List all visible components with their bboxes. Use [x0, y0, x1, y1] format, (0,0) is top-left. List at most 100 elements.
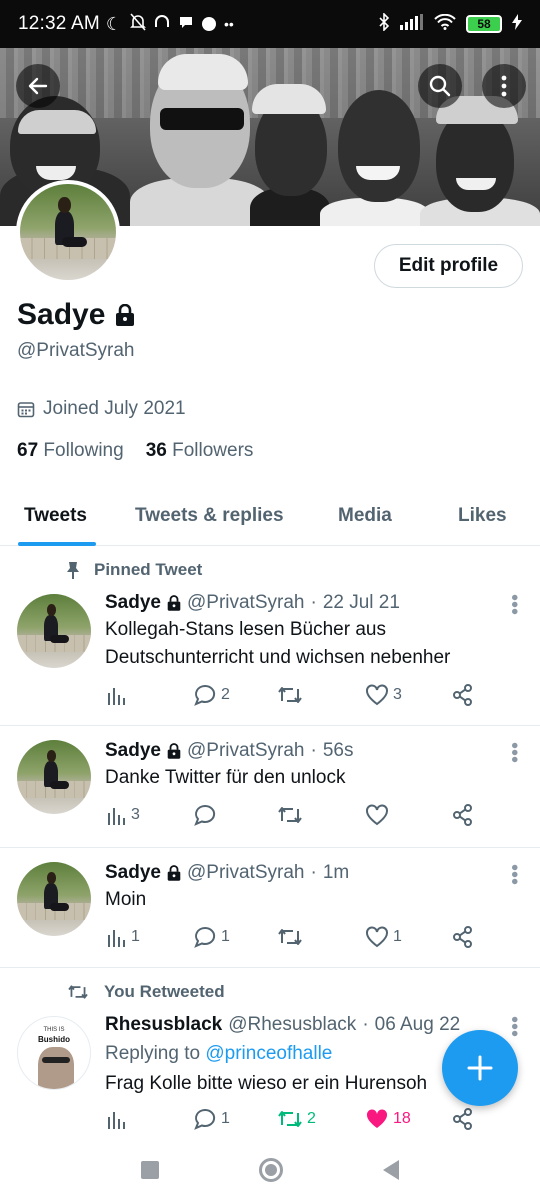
search-icon	[429, 75, 451, 97]
reply-button[interactable]: 2	[193, 684, 230, 706]
views-button[interactable]	[105, 1108, 131, 1130]
tweet-text-line: Frag Kolle bitte wieso er ein Hurensoh	[105, 1073, 428, 1094]
share-icon	[453, 926, 472, 948]
tweet-item[interactable]: Sadye @PrivatSyrah · 1m ••• Moin 1 1 1	[0, 848, 540, 968]
avatar-caption-small: THIS IS	[43, 1027, 65, 1033]
tweet-author-handle[interactable]: @PrivatSyrah	[187, 862, 305, 884]
followers-link[interactable]: 36 Followers	[146, 440, 254, 462]
joined-date: Joined July 2021	[17, 398, 186, 420]
tweet-avatar[interactable]	[17, 862, 91, 936]
tweet-header: Sadye @PrivatSyrah · 56s	[105, 740, 354, 762]
like-button[interactable]: 18	[365, 1108, 411, 1130]
status-icons-right: 58	[378, 11, 522, 36]
tweet-author-handle[interactable]: @PrivatSyrah	[187, 592, 305, 614]
tweet-author-handle[interactable]: @PrivatSyrah	[187, 740, 305, 762]
replying-to-link[interactable]: @princeofhalle	[205, 1043, 332, 1064]
more-button[interactable]	[482, 64, 526, 108]
like-button[interactable]: 3	[365, 684, 402, 706]
search-button[interactable]	[418, 64, 462, 108]
profile-avatar[interactable]	[16, 180, 120, 284]
share-button[interactable]	[452, 804, 474, 826]
tweet-item[interactable]: Sadye @PrivatSyrah · 56s ••• Danke Twitt…	[0, 726, 540, 848]
heart-icon	[366, 804, 388, 826]
tweet-item[interactable]: Pinned Tweet Sadye @PrivatSyrah · 22 Jul…	[0, 546, 540, 726]
tweet-author-name[interactable]: Sadye	[105, 862, 161, 884]
reply-button[interactable]: 1	[193, 1108, 230, 1130]
calendar-icon	[17, 402, 35, 418]
tweet-text: Danke Twitter für den unlock	[105, 764, 505, 792]
tweet-time[interactable]: 56s	[323, 740, 354, 762]
retweet-button[interactable]	[277, 804, 307, 826]
reply-button[interactable]	[193, 804, 221, 826]
tweet-more-button[interactable]: •••	[503, 594, 525, 615]
like-button[interactable]	[365, 804, 393, 826]
tweet-actions: 3	[105, 804, 485, 834]
share-button[interactable]	[452, 1108, 474, 1130]
bell-off-icon	[130, 12, 146, 36]
tweet-author-name[interactable]: Sadye	[105, 592, 161, 614]
tweet-time[interactable]: 1m	[323, 862, 349, 884]
compose-tweet-button[interactable]	[442, 1030, 518, 1106]
views-button[interactable]: 1	[105, 926, 140, 948]
tweet-time[interactable]: 06 Aug 22	[375, 1014, 461, 1036]
tab-tweets-replies[interactable]: Tweets & replies	[135, 486, 284, 546]
tab-media[interactable]: Media	[338, 486, 392, 546]
following-link[interactable]: 67 Following	[17, 440, 124, 462]
retweet-icon	[278, 929, 302, 945]
profile-name-row: Sadye	[17, 298, 135, 332]
retweet-icon	[68, 985, 88, 999]
tweet-text-line: Danke Twitter für den unlock	[105, 767, 346, 788]
heart-filled-icon	[366, 1109, 388, 1128]
views-button[interactable]	[105, 684, 131, 706]
like-count: 3	[393, 686, 402, 703]
pinned-label: Pinned Tweet	[66, 560, 202, 580]
edit-profile-button[interactable]: Edit profile	[374, 244, 523, 288]
back-nav-button[interactable]	[383, 1160, 399, 1180]
tweet-author-name[interactable]: Rhesusblack	[105, 1014, 222, 1036]
share-icon	[453, 684, 472, 706]
recents-button[interactable]	[141, 1161, 159, 1179]
retweet-button[interactable]	[277, 926, 307, 948]
tweet-more-button[interactable]: •••	[503, 1016, 525, 1037]
analytics-icon	[108, 1112, 125, 1129]
heart-icon	[366, 684, 388, 706]
tweet-avatar[interactable]: THIS IS Bushido	[17, 1016, 91, 1090]
reply-icon	[194, 804, 216, 826]
tweet-actions: 2 3	[105, 684, 485, 714]
moon-icon: ☾	[105, 13, 123, 34]
tweet-avatar[interactable]	[17, 740, 91, 814]
following-label: Following	[43, 440, 124, 461]
retweet-button[interactable]: 2	[277, 1108, 316, 1130]
analytics-icon	[108, 688, 125, 705]
avatar-caption-big: Bushido	[38, 1035, 70, 1044]
tweet-avatar[interactable]	[17, 594, 91, 668]
profile-tabs: Tweets Tweets & replies Media Likes	[0, 486, 540, 546]
followers-count: 36	[145, 440, 167, 461]
tweet-time[interactable]: 22 Jul 21	[323, 592, 400, 614]
tweet-actions: 1 1 1	[105, 926, 485, 956]
wifi-icon	[434, 13, 456, 35]
reply-count: 2	[221, 686, 230, 703]
retweet-icon	[278, 1111, 302, 1127]
more-dots-icon: ••	[224, 16, 234, 32]
home-button[interactable]	[259, 1158, 283, 1182]
tweet-more-button[interactable]: •••	[503, 742, 525, 763]
back-button[interactable]	[16, 64, 60, 108]
views-button[interactable]: 3	[105, 804, 140, 826]
reply-count: 1	[221, 928, 230, 945]
tweet-author-handle[interactable]: @Rhesusblack	[228, 1014, 356, 1036]
status-icons-left: ☾ ••	[105, 12, 234, 36]
like-button[interactable]: 1	[365, 926, 402, 948]
retweet-button[interactable]	[277, 684, 307, 706]
lock-icon	[167, 595, 181, 611]
tab-tweets[interactable]: Tweets	[24, 486, 87, 546]
share-button[interactable]	[452, 684, 474, 706]
like-count: 18	[393, 1110, 411, 1127]
tweet-text: Kollegah-Stans lesen Bücher aus Deutschu…	[105, 616, 505, 672]
followers-label: Followers	[172, 440, 254, 461]
share-button[interactable]	[452, 926, 474, 948]
tab-likes[interactable]: Likes	[458, 486, 507, 546]
tweet-author-name[interactable]: Sadye	[105, 740, 161, 762]
reply-button[interactable]: 1	[193, 926, 230, 948]
tweet-more-button[interactable]: •••	[503, 864, 525, 885]
